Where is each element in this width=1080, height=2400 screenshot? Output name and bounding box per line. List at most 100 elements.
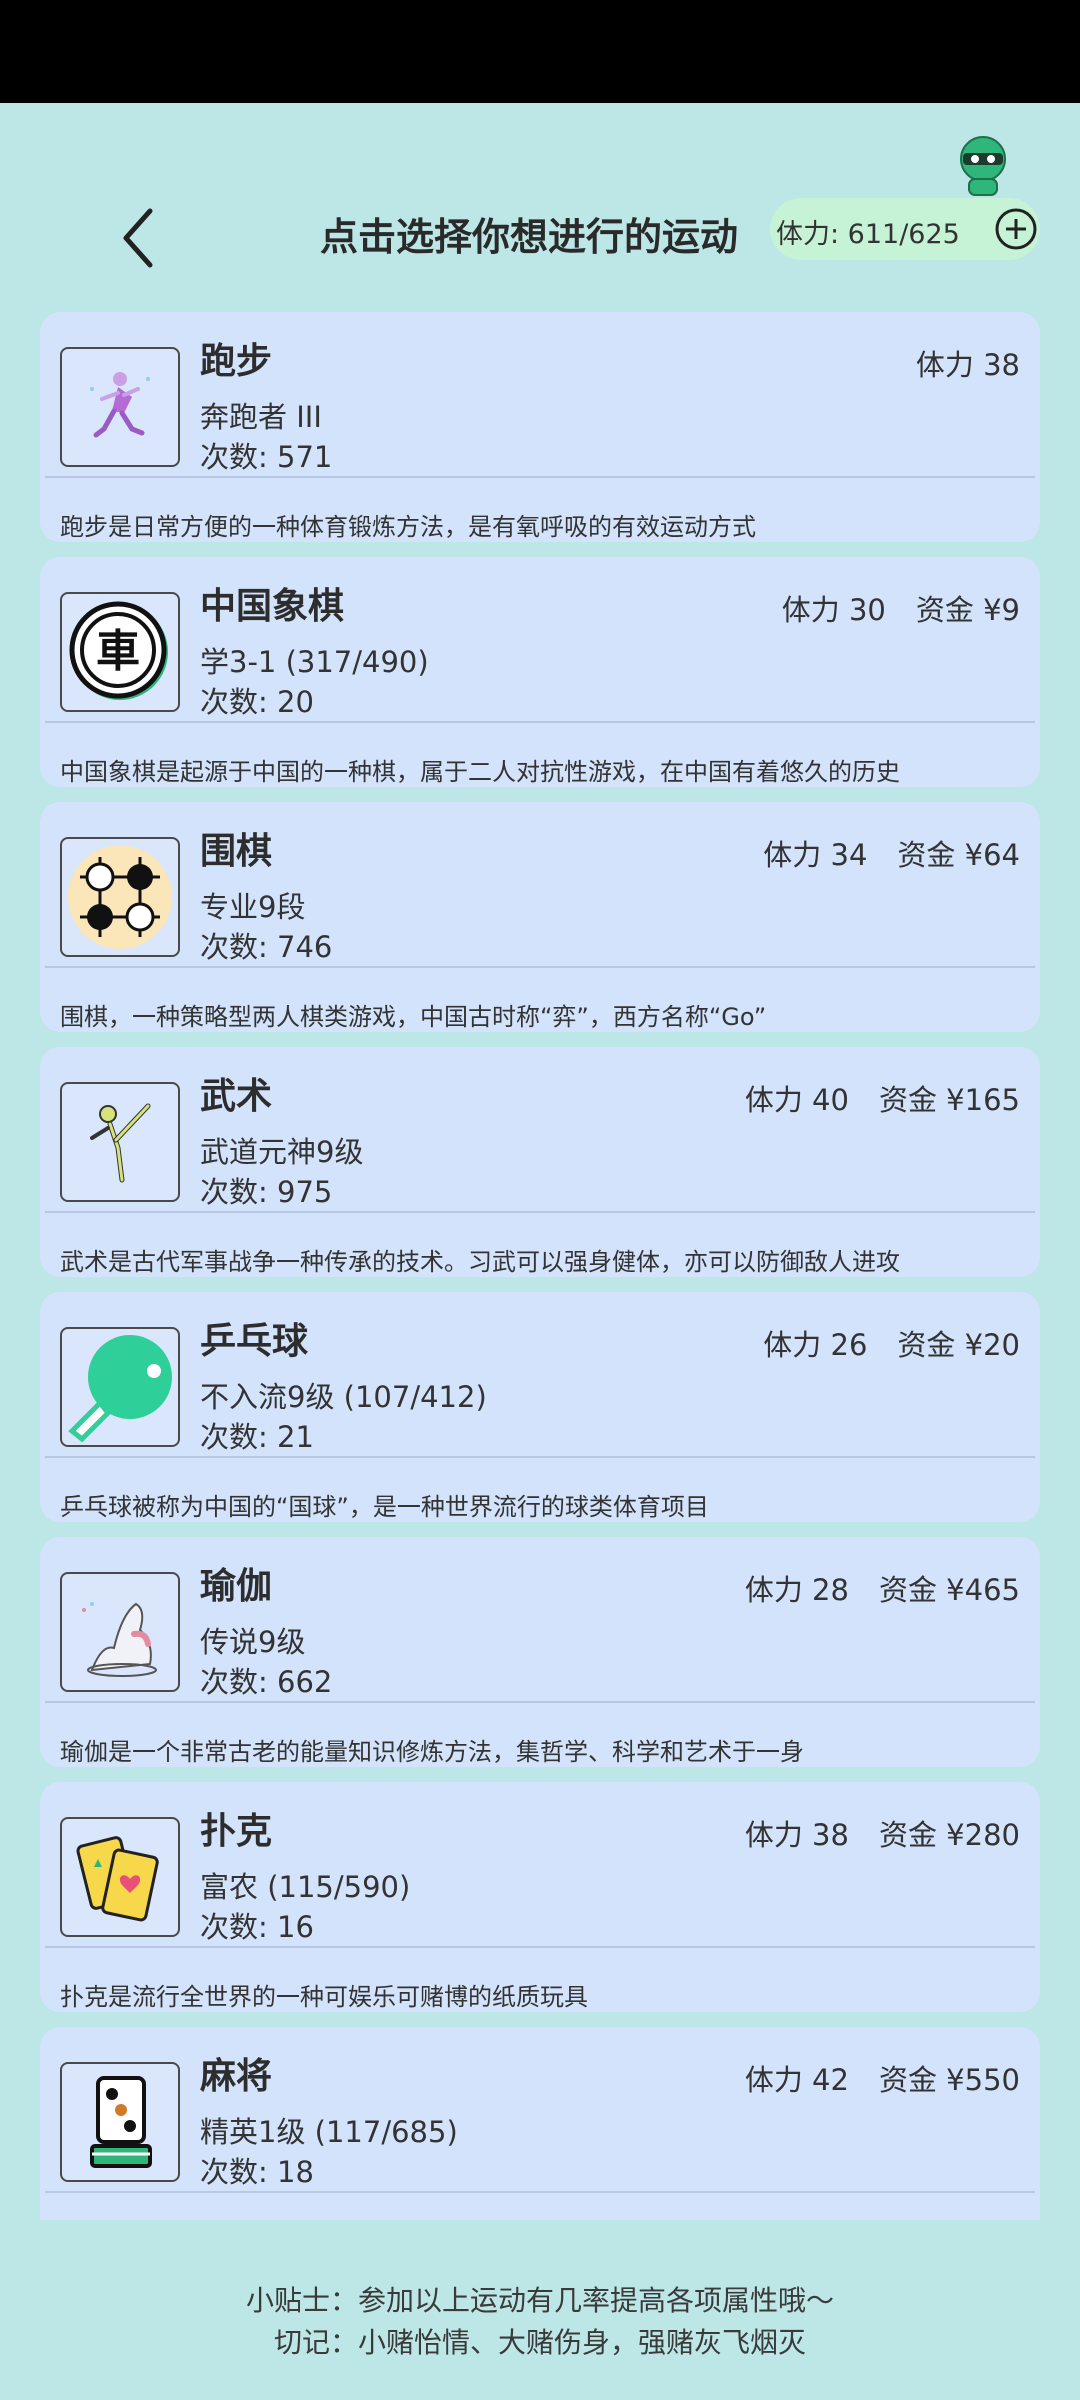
stamina-cost: 体力 38 — [744, 1818, 849, 1852]
activity-card-ping-pong[interactable]: 乒乓球 体力 26 资金 ¥20 不入流9级 (107/412) 次数: 21 乒… — [40, 1292, 1040, 1522]
playing-cards-icon — [76, 1836, 159, 1922]
divider — [45, 1946, 1035, 1948]
activity-count: 次数: 20 — [200, 685, 314, 719]
divider — [45, 1456, 1035, 1458]
divider — [45, 966, 1035, 968]
add-stamina-button[interactable] — [994, 207, 1038, 251]
activity-count: 次数: 746 — [200, 930, 333, 964]
activity-name: 乒乓球 — [200, 1321, 309, 1362]
activity-name: 跑步 — [200, 341, 273, 382]
divider — [45, 721, 1035, 723]
divider — [45, 476, 1035, 478]
chinese-chess-icon: 車 — [69, 601, 168, 700]
activity-description: 中国象棋是起源于中国的一种棋，属于二人对抗性游戏，在中国有着悠久的历史 — [60, 758, 900, 786]
divider — [45, 1701, 1035, 1703]
activity-icon-frame: 車 — [60, 592, 180, 712]
activity-costs: 体力 30 资金 ¥9 — [782, 587, 1020, 629]
activity-card-poker[interactable]: 扑克 体力 38 资金 ¥280 富农 (115/590) 次数: 16 扑克是流… — [40, 1782, 1040, 2012]
go-stones-icon — [68, 845, 172, 949]
divider — [45, 1211, 1035, 1213]
activity-card-martial-arts[interactable]: 武术 体力 40 资金 ¥165 武道元神9级 次数: 975 武术是古代军事战争… — [40, 1047, 1040, 1277]
activity-description: 武术是古代军事战争一种传承的技术。习武可以强身健体，亦可以防御敌人进攻 — [60, 1248, 900, 1276]
activity-count: 次数: 662 — [200, 1665, 333, 1699]
stamina-cost: 体力 40 — [744, 1083, 849, 1117]
activity-description: 瑜伽是一个非常古老的能量知识修炼方法，集哲学、科学和艺术于一身 — [60, 1738, 804, 1766]
activity-name: 麻将 — [200, 2056, 273, 2097]
activity-icon-frame — [60, 837, 180, 957]
svg-text:車: 車 — [96, 626, 140, 677]
stamina-cost: 体力 30 — [781, 593, 886, 627]
activity-name: 瑜伽 — [200, 1566, 273, 1607]
activity-icon-frame — [60, 1572, 180, 1692]
stamina-cost: 体力 34 — [763, 838, 868, 872]
activity-count: 次数: 21 — [200, 1420, 314, 1454]
activity-rank: 武道元神9级 — [200, 1135, 364, 1169]
activity-name: 围棋 — [200, 831, 273, 872]
activity-icon-frame — [60, 1327, 180, 1447]
running-icon — [90, 372, 150, 438]
back-button[interactable] — [112, 203, 172, 273]
ping-pong-paddle-icon — [68, 1335, 172, 1443]
plus-circle-icon — [995, 208, 1037, 250]
stamina-cost: 体力 28 — [744, 1573, 849, 1607]
status-bar — [0, 0, 1080, 103]
activity-description: 扑克是流行全世界的一种可娱乐可赌博的纸质玩具 — [60, 1983, 588, 2011]
activity-card-go[interactable]: 围棋 体力 34 资金 ¥64 专业9段 次数: 746 围棋，一种策略型两人棋类… — [40, 802, 1040, 1032]
activity-name: 中国象棋 — [200, 586, 345, 627]
activity-rank: 传说9级 — [200, 1625, 306, 1659]
activity-description: 跑步是日常方便的一种体育锻炼方法，是有氧呼吸的有效运动方式 — [60, 513, 756, 541]
activity-icon-frame — [60, 2062, 180, 2182]
activity-card-chinese-chess[interactable]: 車 中国象棋 体力 30 资金 ¥9 学3-1 (317/490) 次数: 20 … — [40, 557, 1040, 787]
header: 点击选择你想进行的运动 体力: 611/625 — [0, 103, 1080, 303]
ninja-avatar-icon — [960, 136, 1006, 196]
activity-card-yoga[interactable]: 瑜伽 体力 28 资金 ¥465 传说9级 次数: 662 瑜伽是一个非常古老的能… — [40, 1537, 1040, 1767]
activity-card-running[interactable]: 跑步 体力 38 奔跑者 III 次数: 571 跑步是日常方便的一种体育锻炼方… — [40, 312, 1040, 542]
fund-cost: 资金 ¥550 — [878, 2063, 1020, 2097]
activity-costs: 体力 40 资金 ¥165 — [745, 1077, 1020, 1119]
chevron-left-icon — [123, 208, 153, 268]
activity-rank: 精英1级 (117/685) — [200, 2115, 458, 2149]
activity-rank: 奔跑者 III — [200, 400, 322, 434]
activity-costs: 体力 28 资金 ¥465 — [745, 1567, 1020, 1609]
activity-rank: 学3-1 (317/490) — [200, 645, 429, 679]
activity-costs: 体力 42 资金 ¥550 — [745, 2057, 1020, 2099]
activity-rank: 专业9段 — [200, 890, 306, 924]
divider — [45, 2191, 1035, 2193]
activity-count: 次数: 571 — [200, 440, 333, 474]
avatar[interactable] — [955, 133, 1011, 197]
mahjong-tile-icon — [90, 2076, 152, 2168]
fund-cost: 资金 ¥165 — [878, 1083, 1020, 1117]
fund-cost: 资金 ¥9 — [915, 593, 1020, 627]
activity-name: 扑克 — [200, 1811, 273, 1852]
activity-list[interactable]: 跑步 体力 38 奔跑者 III 次数: 571 跑步是日常方便的一种体育锻炼方… — [40, 312, 1040, 2220]
activity-costs: 体力 38 资金 ¥280 — [745, 1812, 1020, 1854]
yoga-icon — [82, 1602, 157, 1677]
fund-cost: 资金 ¥64 — [897, 838, 1020, 872]
activity-costs: 体力 38 — [916, 342, 1020, 384]
activity-costs: 体力 26 资金 ¥20 — [763, 1322, 1020, 1364]
stamina-cost: 体力 26 — [763, 1328, 868, 1362]
activity-name: 武术 — [200, 1076, 273, 1117]
fund-cost: 资金 ¥465 — [878, 1573, 1020, 1607]
activity-rank: 富农 (115/590) — [200, 1870, 411, 1904]
martial-arts-icon — [90, 1103, 151, 1183]
activity-description: 围棋，一种策略型两人棋类游戏，中国古时称“弈”，西方名称“Go” — [60, 1003, 767, 1031]
stamina-pill: 体力: 611/625 — [770, 198, 1040, 260]
activity-icon-frame — [60, 1817, 180, 1937]
stamina-cost: 体力 42 — [744, 2063, 849, 2097]
fund-cost: 资金 ¥280 — [878, 1818, 1020, 1852]
activity-count: 次数: 16 — [200, 1910, 314, 1944]
fund-cost: 资金 ¥20 — [897, 1328, 1020, 1362]
stamina-value: 体力: 611/625 — [776, 219, 960, 250]
activity-rank: 不入流9级 (107/412) — [200, 1380, 487, 1414]
activity-icon-frame — [60, 347, 180, 467]
tip-line-2: 切记：小赌怡情、大赌伤身，强赌灰飞烟灭 — [273, 2326, 806, 2359]
activity-card-mahjong[interactable]: 麻将 体力 42 资金 ¥550 精英1级 (117/685) 次数: 18 — [40, 2027, 1040, 2220]
activity-count: 次数: 18 — [200, 2155, 314, 2189]
stamina-cost: 体力 38 — [915, 348, 1020, 382]
tip-line-1: 小贴士：参加以上运动有几率提高各项属性哦～ — [245, 2284, 834, 2317]
tips: 小贴士：参加以上运动有几率提高各项属性哦～ 切记：小赌怡情、大赌伤身，强赌灰飞烟… — [0, 2280, 1080, 2364]
activity-costs: 体力 34 资金 ¥64 — [763, 832, 1020, 874]
activity-count: 次数: 975 — [200, 1175, 333, 1209]
activity-description: 乒乓球被称为中国的“国球”，是一种世界流行的球类体育项目 — [60, 1493, 709, 1521]
